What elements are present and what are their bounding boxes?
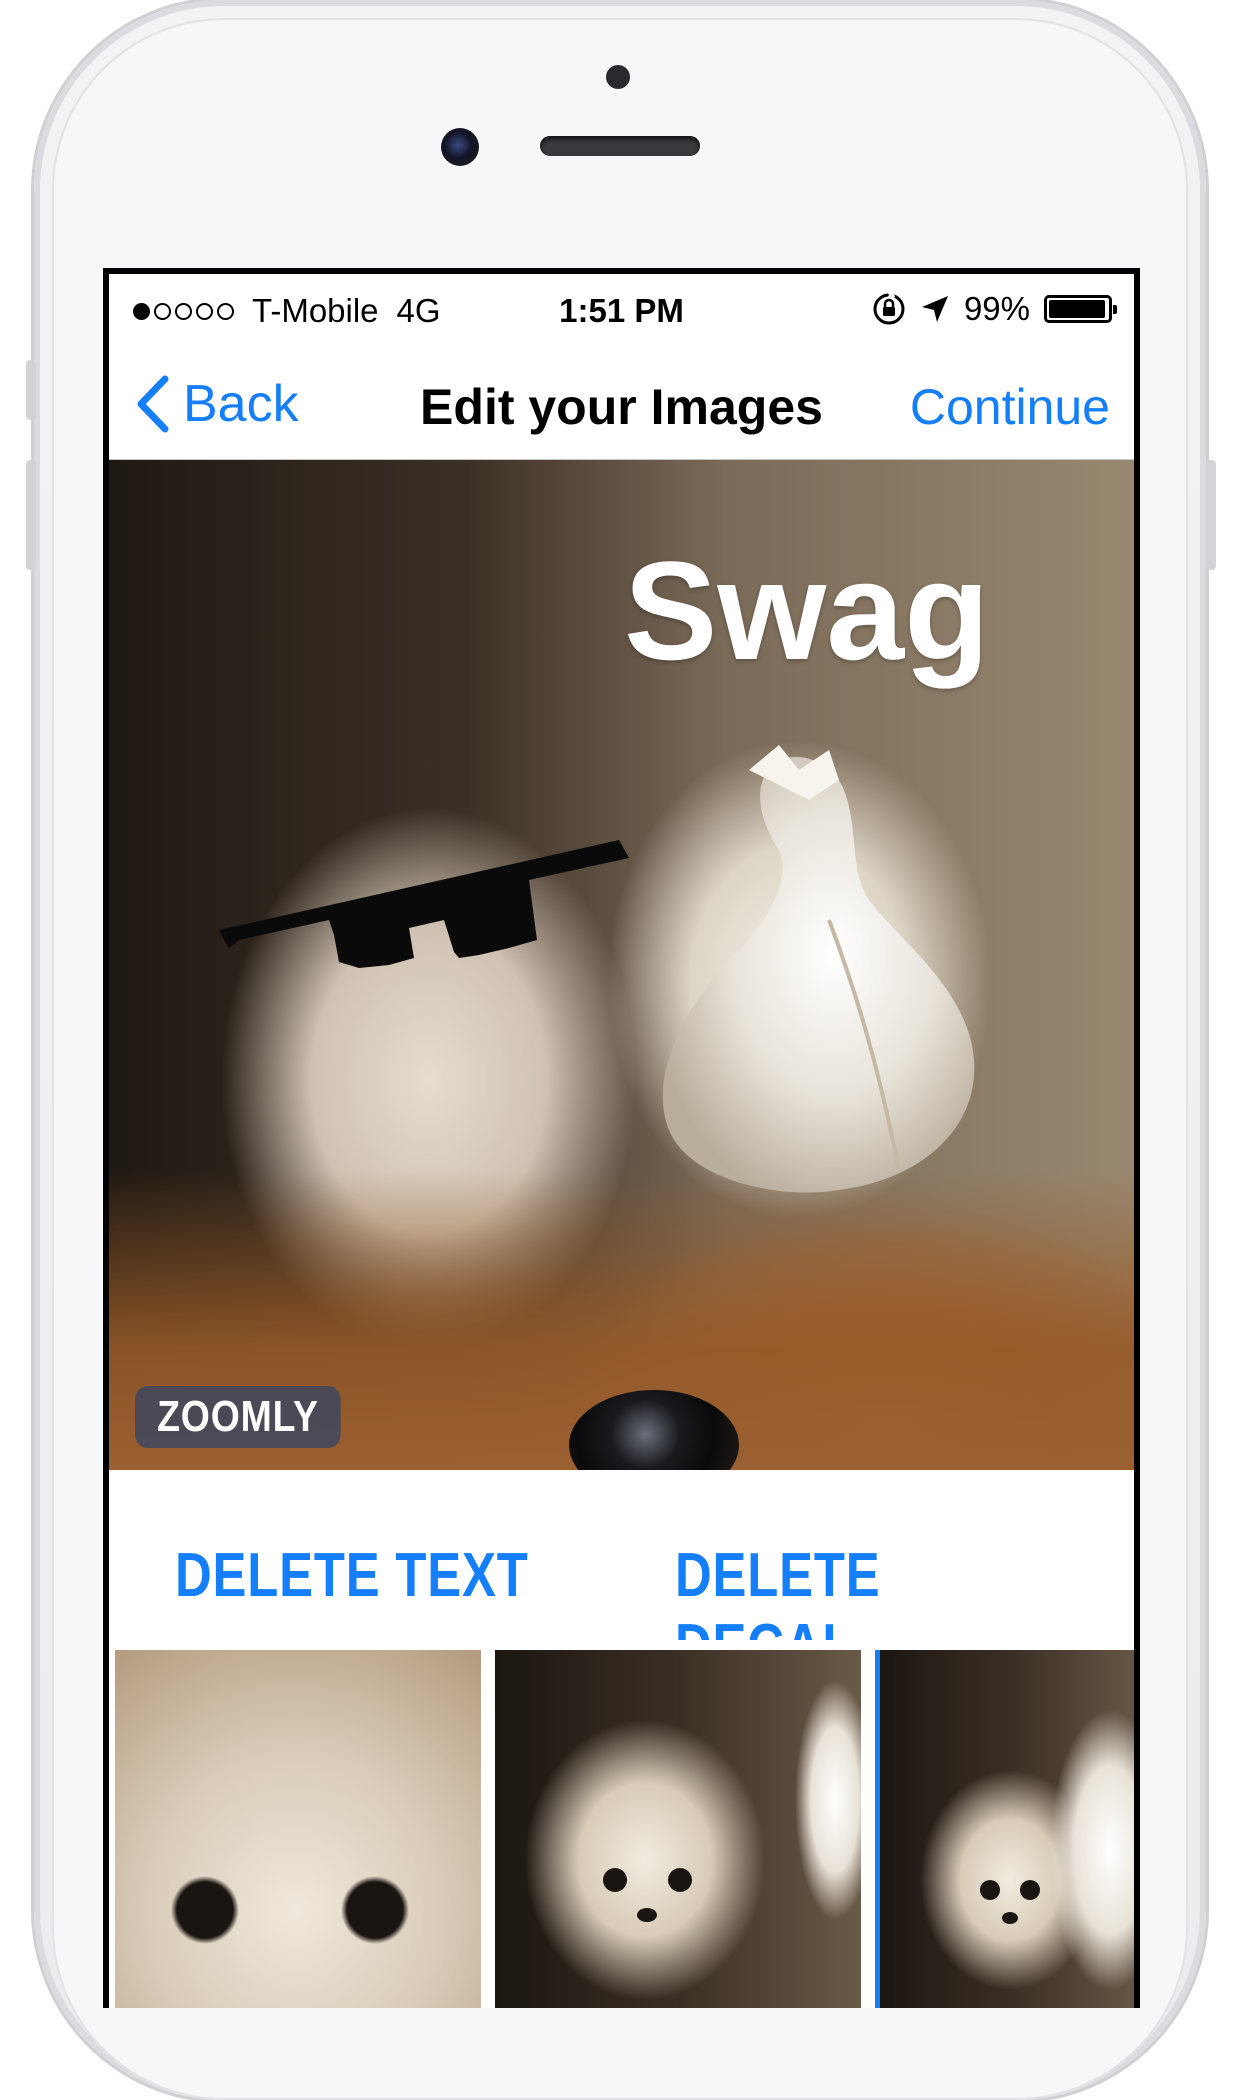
photo-canvas[interactable]: Swag ZOOMLY — [109, 460, 1134, 1470]
phone-screen: T-Mobile 4G 1:51 PM 99% Back Edit your I… — [103, 268, 1140, 2008]
earpiece-speaker — [540, 136, 700, 156]
status-bar: T-Mobile 4G 1:51 PM 99% — [109, 274, 1134, 344]
sunglasses-decal[interactable] — [219, 840, 629, 990]
dog-face-icon — [980, 1880, 1040, 1924]
battery-icon — [1044, 295, 1117, 323]
power-button — [1206, 460, 1216, 570]
front-camera — [441, 128, 479, 166]
proximity-sensor — [606, 65, 630, 89]
continue-button[interactable]: Continue — [910, 378, 1110, 436]
delete-text-button[interactable]: DELETE TEXT — [175, 1540, 529, 1611]
thumbnail-1[interactable] — [115, 1650, 481, 2008]
zoomly-watermark: ZOOMLY — [135, 1386, 341, 1448]
navigation-bar: Back Edit your Images Continue — [109, 344, 1134, 460]
thumbnail-2[interactable] — [495, 1650, 861, 2008]
volume-down-button — [26, 460, 36, 570]
screen-content: T-Mobile 4G 1:51 PM 99% Back Edit your I… — [109, 274, 1134, 2008]
location-arrow-icon — [921, 296, 948, 322]
status-right: 99% — [872, 290, 1117, 328]
rotation-lock-icon — [873, 292, 905, 325]
overlay-text[interactable]: Swag — [624, 530, 990, 692]
edit-actions: DELETE TEXT DELETE DECAL — [109, 1470, 1134, 1681]
garlic-decal[interactable] — [629, 740, 989, 1200]
battery-percent: 99% — [963, 290, 1030, 327]
thumbnail-strip — [109, 1640, 1134, 2008]
dog-face-icon — [603, 1868, 692, 1922]
volume-up-button — [26, 360, 36, 420]
thumbnail-3-selected[interactable] — [875, 1650, 1134, 2008]
